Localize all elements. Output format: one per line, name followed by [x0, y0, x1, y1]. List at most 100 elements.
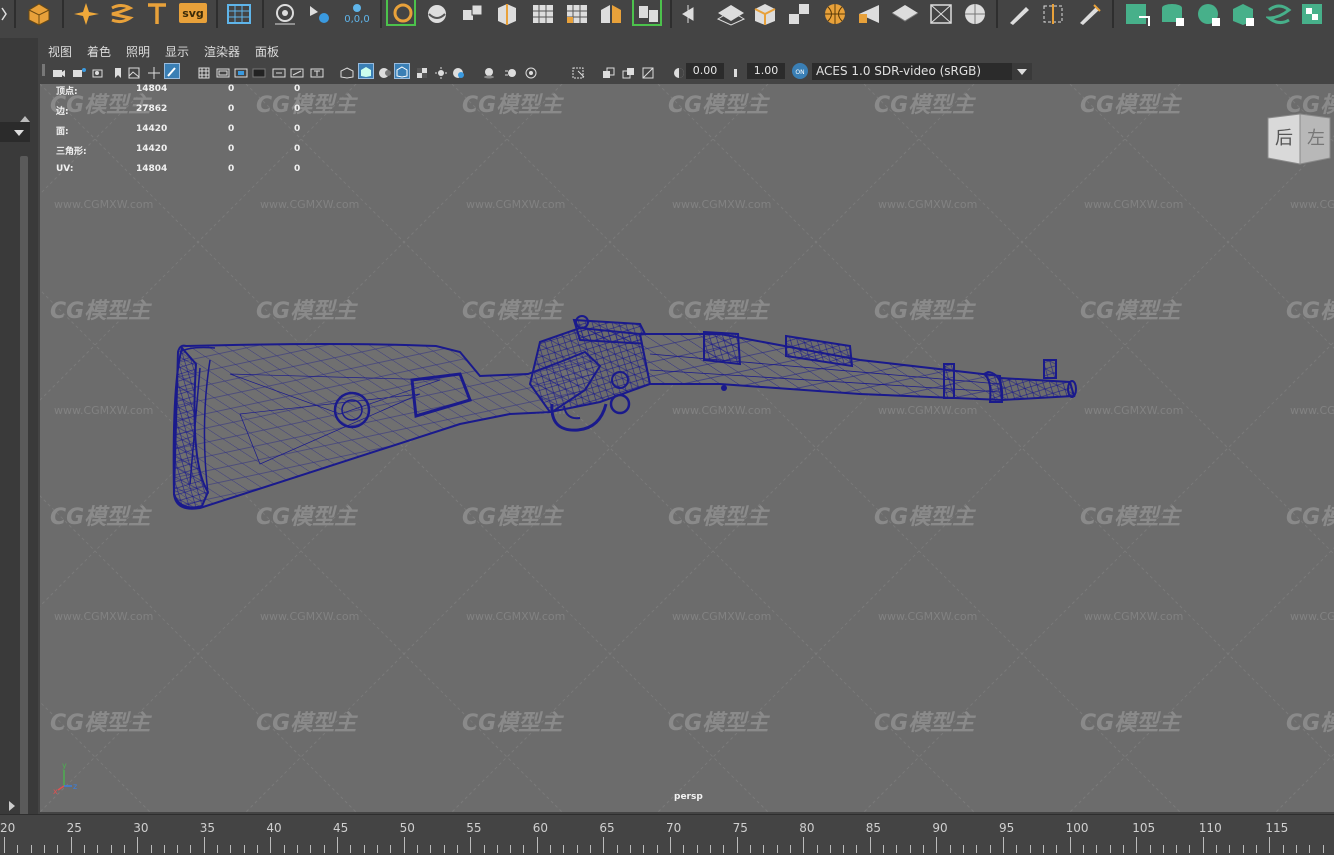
color-space-dropdown[interactable]: ACES 1.0 SDR-video (sRGB) [812, 63, 1030, 80]
extrude-icon[interactable] [494, 2, 520, 26]
insert-loop-icon[interactable] [856, 2, 882, 26]
pencil-icon[interactable] [1006, 2, 1032, 26]
color-management-toggle-icon[interactable]: ON [792, 63, 808, 79]
3d-viewport[interactable]: CG模型主 CG模型主 CG模型主 CG模型主 www.CGMXW.com www.CGM… [40, 84, 1334, 812]
camera-attr-icon[interactable] [72, 64, 86, 77]
menu-show[interactable]: 显示 [165, 43, 189, 60]
safe-action-icon[interactable] [290, 64, 304, 78]
timeline-tick [1282, 845, 1284, 853]
timeline-tick [97, 845, 99, 853]
grease-pencil-icon[interactable] [164, 63, 180, 79]
combine-icon[interactable] [636, 2, 662, 26]
shelf-separator [1112, 0, 1114, 28]
cube-green-icon[interactable] [1124, 2, 1150, 26]
viewcube-front-face[interactable]: 后 [1275, 128, 1293, 149]
timeline-tick-label: 45 [333, 821, 349, 835]
left-panel-scrollbar[interactable] [20, 156, 28, 828]
box-green-icon[interactable] [1230, 2, 1256, 26]
gamma-field[interactable]: 1.00 [747, 63, 785, 79]
gamma-icon[interactable] [732, 64, 744, 77]
smooth-icon[interactable] [716, 2, 746, 26]
2d-pan-icon[interactable] [148, 64, 160, 79]
menu-view[interactable]: 视图 [48, 43, 72, 60]
image-plane-icon[interactable] [128, 64, 140, 79]
timeline-tick [723, 845, 725, 853]
sphere-green-icon[interactable] [1196, 2, 1222, 26]
hud-stat-value: 14804 [136, 84, 168, 94]
cylinder-green-icon[interactable] [1160, 2, 1186, 26]
type-tool-icon[interactable] [144, 2, 170, 26]
safe-title-icon[interactable] [310, 64, 324, 78]
camera-name-label: persp [674, 792, 703, 802]
scroll-up-icon[interactable] [20, 108, 30, 127]
textured-icon[interactable] [416, 64, 428, 78]
view-cube[interactable]: 后 左 [1266, 112, 1334, 168]
menu-renderer[interactable]: 渲染器 [204, 43, 240, 60]
uv-editor-icon[interactable] [1040, 2, 1066, 26]
wireframe-mode-icon[interactable] [340, 64, 354, 79]
target-weld-icon[interactable] [928, 2, 954, 26]
shade-selected-icon[interactable] [378, 64, 391, 78]
lights-icon[interactable] [434, 64, 447, 79]
sphere-wire-icon[interactable] [822, 2, 848, 26]
snap-magnet-icon[interactable] [272, 2, 298, 26]
bookmark-icon[interactable] [112, 64, 124, 78]
cube-icon[interactable] [460, 2, 486, 26]
checker-green-icon[interactable] [1300, 2, 1326, 26]
soft-select-icon[interactable] [306, 2, 332, 26]
exposure-field[interactable]: 0.00 [686, 63, 724, 79]
poly-sphere-icon[interactable] [26, 2, 52, 26]
box-icon[interactable] [752, 2, 778, 26]
origin-readout-icon[interactable]: 0,0,0 [340, 2, 374, 26]
gate-mask-icon[interactable] [252, 64, 266, 78]
xray-icon[interactable] [602, 64, 615, 78]
sculpt-ball-icon[interactable] [962, 2, 988, 26]
camera-select-icon[interactable] [52, 64, 65, 77]
chevron-down-icon[interactable] [1012, 63, 1032, 80]
helix-green-icon[interactable] [1264, 2, 1292, 26]
timeline-tick [163, 845, 165, 853]
shelf-scroll-left-icon[interactable] [0, 2, 8, 26]
multi-cut-icon[interactable] [890, 2, 919, 26]
smooth-shade-icon[interactable] [358, 63, 374, 79]
timeline-tick [869, 837, 871, 853]
timeline-tick [390, 845, 392, 853]
wire-on-shaded-icon[interactable] [394, 63, 410, 79]
spiral-icon[interactable] [108, 2, 134, 26]
expand-arrow-icon[interactable] [8, 796, 16, 815]
sparkle-icon[interactable] [72, 2, 99, 26]
bookmark-camera-icon[interactable] [92, 64, 104, 78]
ambient-occlusion-icon[interactable] [482, 64, 494, 79]
menu-shading[interactable]: 着色 [87, 43, 111, 60]
brush-icon[interactable] [1076, 2, 1102, 26]
bevel-icon[interactable] [530, 2, 556, 26]
bridge-icon[interactable] [564, 2, 590, 26]
menu-panels[interactable]: 面板 [255, 43, 279, 60]
field-chart-icon[interactable] [272, 64, 286, 78]
split-icon[interactable] [786, 2, 812, 26]
rifle-wireframe-model[interactable] [40, 84, 1334, 812]
select-icon[interactable] [424, 2, 450, 26]
lasso-icon[interactable] [390, 2, 416, 26]
menu-lighting[interactable]: 照明 [126, 43, 150, 60]
xray-joints-icon[interactable] [622, 64, 634, 79]
isolate-select-icon[interactable] [572, 64, 585, 79]
svg-tool-icon[interactable]: svg [178, 2, 208, 26]
shadows-icon[interactable] [452, 64, 464, 78]
xray-active-icon[interactable] [642, 64, 654, 79]
viewcube-side-face[interactable]: 左 [1307, 128, 1325, 149]
anti-alias-icon[interactable] [524, 64, 537, 79]
hud-stat-value: 0 [294, 144, 301, 154]
film-gate-icon[interactable] [216, 64, 230, 78]
grid-icon[interactable] [226, 2, 252, 26]
time-slider[interactable]: 20 25 30 35 40 45 50 55 60 65 70 75 80 85 90 95 100 105 11… [0, 814, 1334, 855]
timeline-tick [763, 845, 765, 853]
motion-blur-icon[interactable] [504, 64, 516, 77]
merge-icon[interactable] [598, 2, 624, 26]
separate-icon[interactable] [680, 2, 706, 26]
timeline-tick [963, 845, 965, 853]
resolution-gate-icon[interactable] [234, 64, 248, 78]
timeline-tick [670, 837, 671, 853]
grid-toggle-icon[interactable] [198, 64, 210, 79]
exposure-icon[interactable] [672, 64, 684, 78]
